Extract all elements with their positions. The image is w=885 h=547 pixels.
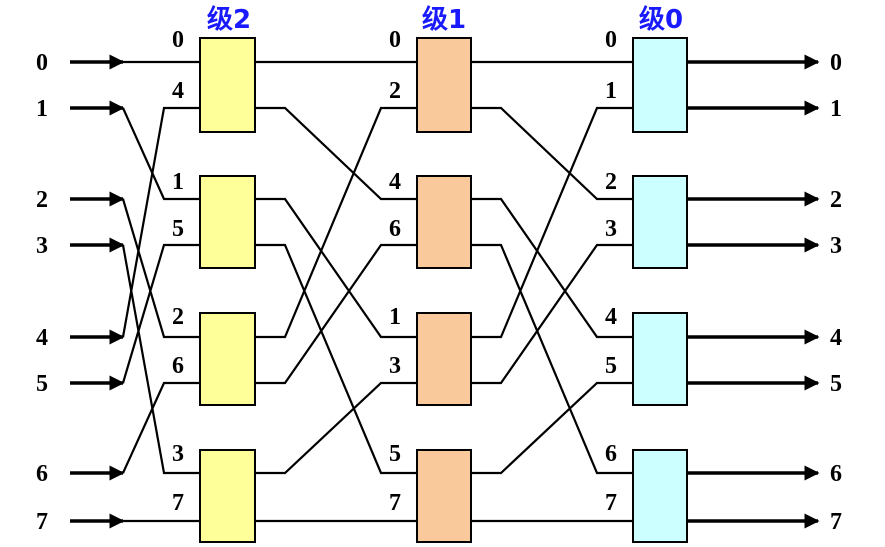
switch-box bbox=[416, 449, 472, 543]
port-label: 6 bbox=[172, 353, 184, 379]
switch-box bbox=[199, 312, 256, 406]
output-label: 4 bbox=[830, 325, 842, 351]
port-label: 3 bbox=[389, 353, 401, 379]
omega-network-diagram: 级2 级1 级0 0 1 2 3 4 5 6 7 0 1 2 3 4 5 6 7… bbox=[36, 4, 842, 543]
port-label: 0 bbox=[389, 27, 401, 53]
port-label: 7 bbox=[172, 490, 184, 516]
port-label: 7 bbox=[389, 490, 401, 516]
port-label: 7 bbox=[605, 490, 617, 516]
output-label: 7 bbox=[830, 509, 842, 535]
switch-box bbox=[199, 175, 256, 269]
port-label: 1 bbox=[605, 78, 617, 104]
port-label: 2 bbox=[605, 169, 617, 195]
port-label: 5 bbox=[605, 353, 617, 379]
switch-box bbox=[199, 449, 256, 543]
output-label: 1 bbox=[830, 96, 842, 122]
switch-box bbox=[632, 312, 688, 406]
input-arrows bbox=[70, 54, 125, 529]
wire bbox=[121, 106, 200, 338]
port-label: 0 bbox=[605, 27, 617, 53]
input-label: 4 bbox=[36, 325, 48, 351]
switch-box bbox=[416, 37, 472, 133]
port-label: 5 bbox=[389, 441, 401, 467]
output-label: 2 bbox=[830, 187, 842, 213]
port-label: 2 bbox=[389, 78, 401, 104]
switch-box bbox=[632, 175, 688, 269]
port-label: 4 bbox=[172, 78, 184, 104]
port-label: 2 bbox=[172, 304, 184, 330]
output-label: 3 bbox=[830, 233, 842, 259]
stage-2-switches: 0 4 1 5 2 6 3 7 bbox=[172, 27, 256, 543]
port-label: 5 bbox=[172, 216, 184, 242]
stage-title-1: 级1 bbox=[422, 4, 466, 35]
port-label: 3 bbox=[172, 441, 184, 467]
port-label: 6 bbox=[605, 441, 617, 467]
input-label: 2 bbox=[36, 187, 48, 213]
input-labels: 0 1 2 3 4 5 6 7 bbox=[36, 50, 48, 535]
stage-1-switches: 0 2 4 6 1 3 5 7 bbox=[389, 27, 472, 543]
port-label: 0 bbox=[172, 27, 184, 53]
stage-title-0: 级0 bbox=[639, 4, 683, 35]
stage-0-switches: 0 1 2 3 4 5 6 7 bbox=[605, 27, 688, 543]
port-label: 6 bbox=[389, 216, 401, 242]
input-label: 0 bbox=[36, 50, 48, 76]
input-label: 3 bbox=[36, 233, 48, 259]
port-label: 1 bbox=[389, 304, 401, 330]
output-label: 0 bbox=[830, 50, 842, 76]
input-label: 5 bbox=[36, 371, 48, 397]
output-label: 5 bbox=[830, 371, 842, 397]
switch-box bbox=[416, 175, 472, 269]
port-label: 3 bbox=[605, 216, 617, 242]
output-labels: 0 1 2 3 4 5 6 7 bbox=[830, 50, 842, 535]
output-arrows bbox=[687, 54, 820, 529]
port-label: 4 bbox=[605, 304, 617, 330]
input-label: 6 bbox=[36, 461, 48, 487]
input-label: 7 bbox=[36, 509, 48, 535]
switch-box bbox=[416, 312, 472, 406]
switch-box bbox=[632, 449, 688, 543]
stage-title-2: 级2 bbox=[207, 4, 251, 35]
port-label: 1 bbox=[172, 169, 184, 195]
input-label: 1 bbox=[36, 96, 48, 122]
wire bbox=[121, 244, 200, 475]
switch-box bbox=[632, 37, 688, 133]
input-shuffle-wires bbox=[121, 60, 200, 523]
switch-box bbox=[199, 37, 256, 133]
output-label: 6 bbox=[830, 461, 842, 487]
port-label: 4 bbox=[389, 169, 401, 195]
